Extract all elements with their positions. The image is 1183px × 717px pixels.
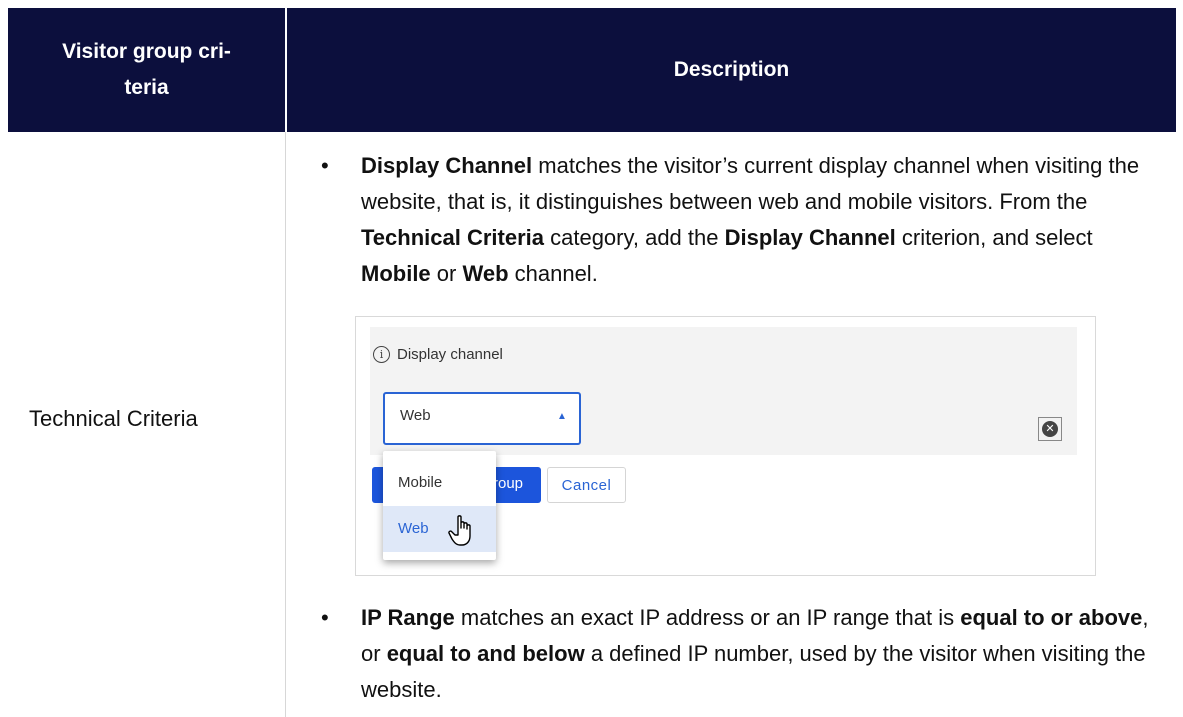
remove-criterion-button[interactable]: ✕	[1038, 417, 1062, 441]
bullet-dot: •	[321, 153, 329, 178]
term-technical-criteria: Technical Criteria	[361, 225, 544, 250]
header-label-criteria: Visitor group cri- teria	[62, 40, 231, 99]
display-channel-screenshot: i Display channel Web ▲ ✕ roup Cancel Mo…	[355, 316, 1096, 576]
cancel-button[interactable]: Cancel	[547, 467, 626, 503]
term-display-channel-2: Display Channel	[724, 225, 896, 250]
info-icon[interactable]: i	[373, 346, 390, 363]
text: channel.	[508, 261, 598, 286]
caret-up-icon: ▲	[557, 411, 567, 422]
display-channel-select[interactable]: Web ▲	[383, 392, 581, 445]
bullet-dot: •	[321, 605, 329, 630]
term-ip-range: IP Range	[361, 605, 455, 630]
field-label-text: Display channel	[397, 346, 503, 363]
term-equal-or-above: equal to or above	[960, 605, 1143, 630]
bullet-display-channel: • Display Channel matches the visitor’s …	[321, 148, 1161, 292]
text: or	[430, 261, 463, 286]
hand-cursor-icon	[448, 515, 471, 546]
field-label: i Display channel	[373, 346, 503, 363]
option-web[interactable]: Web	[383, 506, 496, 552]
term-display-channel: Display Channel	[361, 153, 533, 178]
text: criterion, and select	[895, 225, 1093, 250]
option-mobile[interactable]: Mobile	[383, 460, 496, 506]
save-group-label: roup	[493, 475, 524, 492]
bullet-ip-range: • IP Range matches an exact IP address o…	[321, 600, 1161, 708]
channel-dropdown: Mobile Web	[383, 451, 496, 560]
text: matches an exact IP address or an IP ran…	[454, 605, 961, 630]
term-equal-and-below: equal to and below	[386, 641, 585, 666]
row-label-technical-criteria: Technical Criteria	[29, 406, 198, 431]
term-web: Web	[462, 261, 509, 286]
select-value: Web	[400, 407, 431, 424]
header-visitor-group-criteria: Visitor group cri- teria	[8, 8, 285, 132]
header-description: Description	[287, 8, 1176, 132]
term-mobile: Mobile	[361, 261, 431, 286]
header-label-description: Description	[673, 58, 790, 81]
column-divider	[285, 132, 286, 717]
clear-icon: ✕	[1042, 421, 1058, 437]
text: category, add the	[544, 225, 725, 250]
